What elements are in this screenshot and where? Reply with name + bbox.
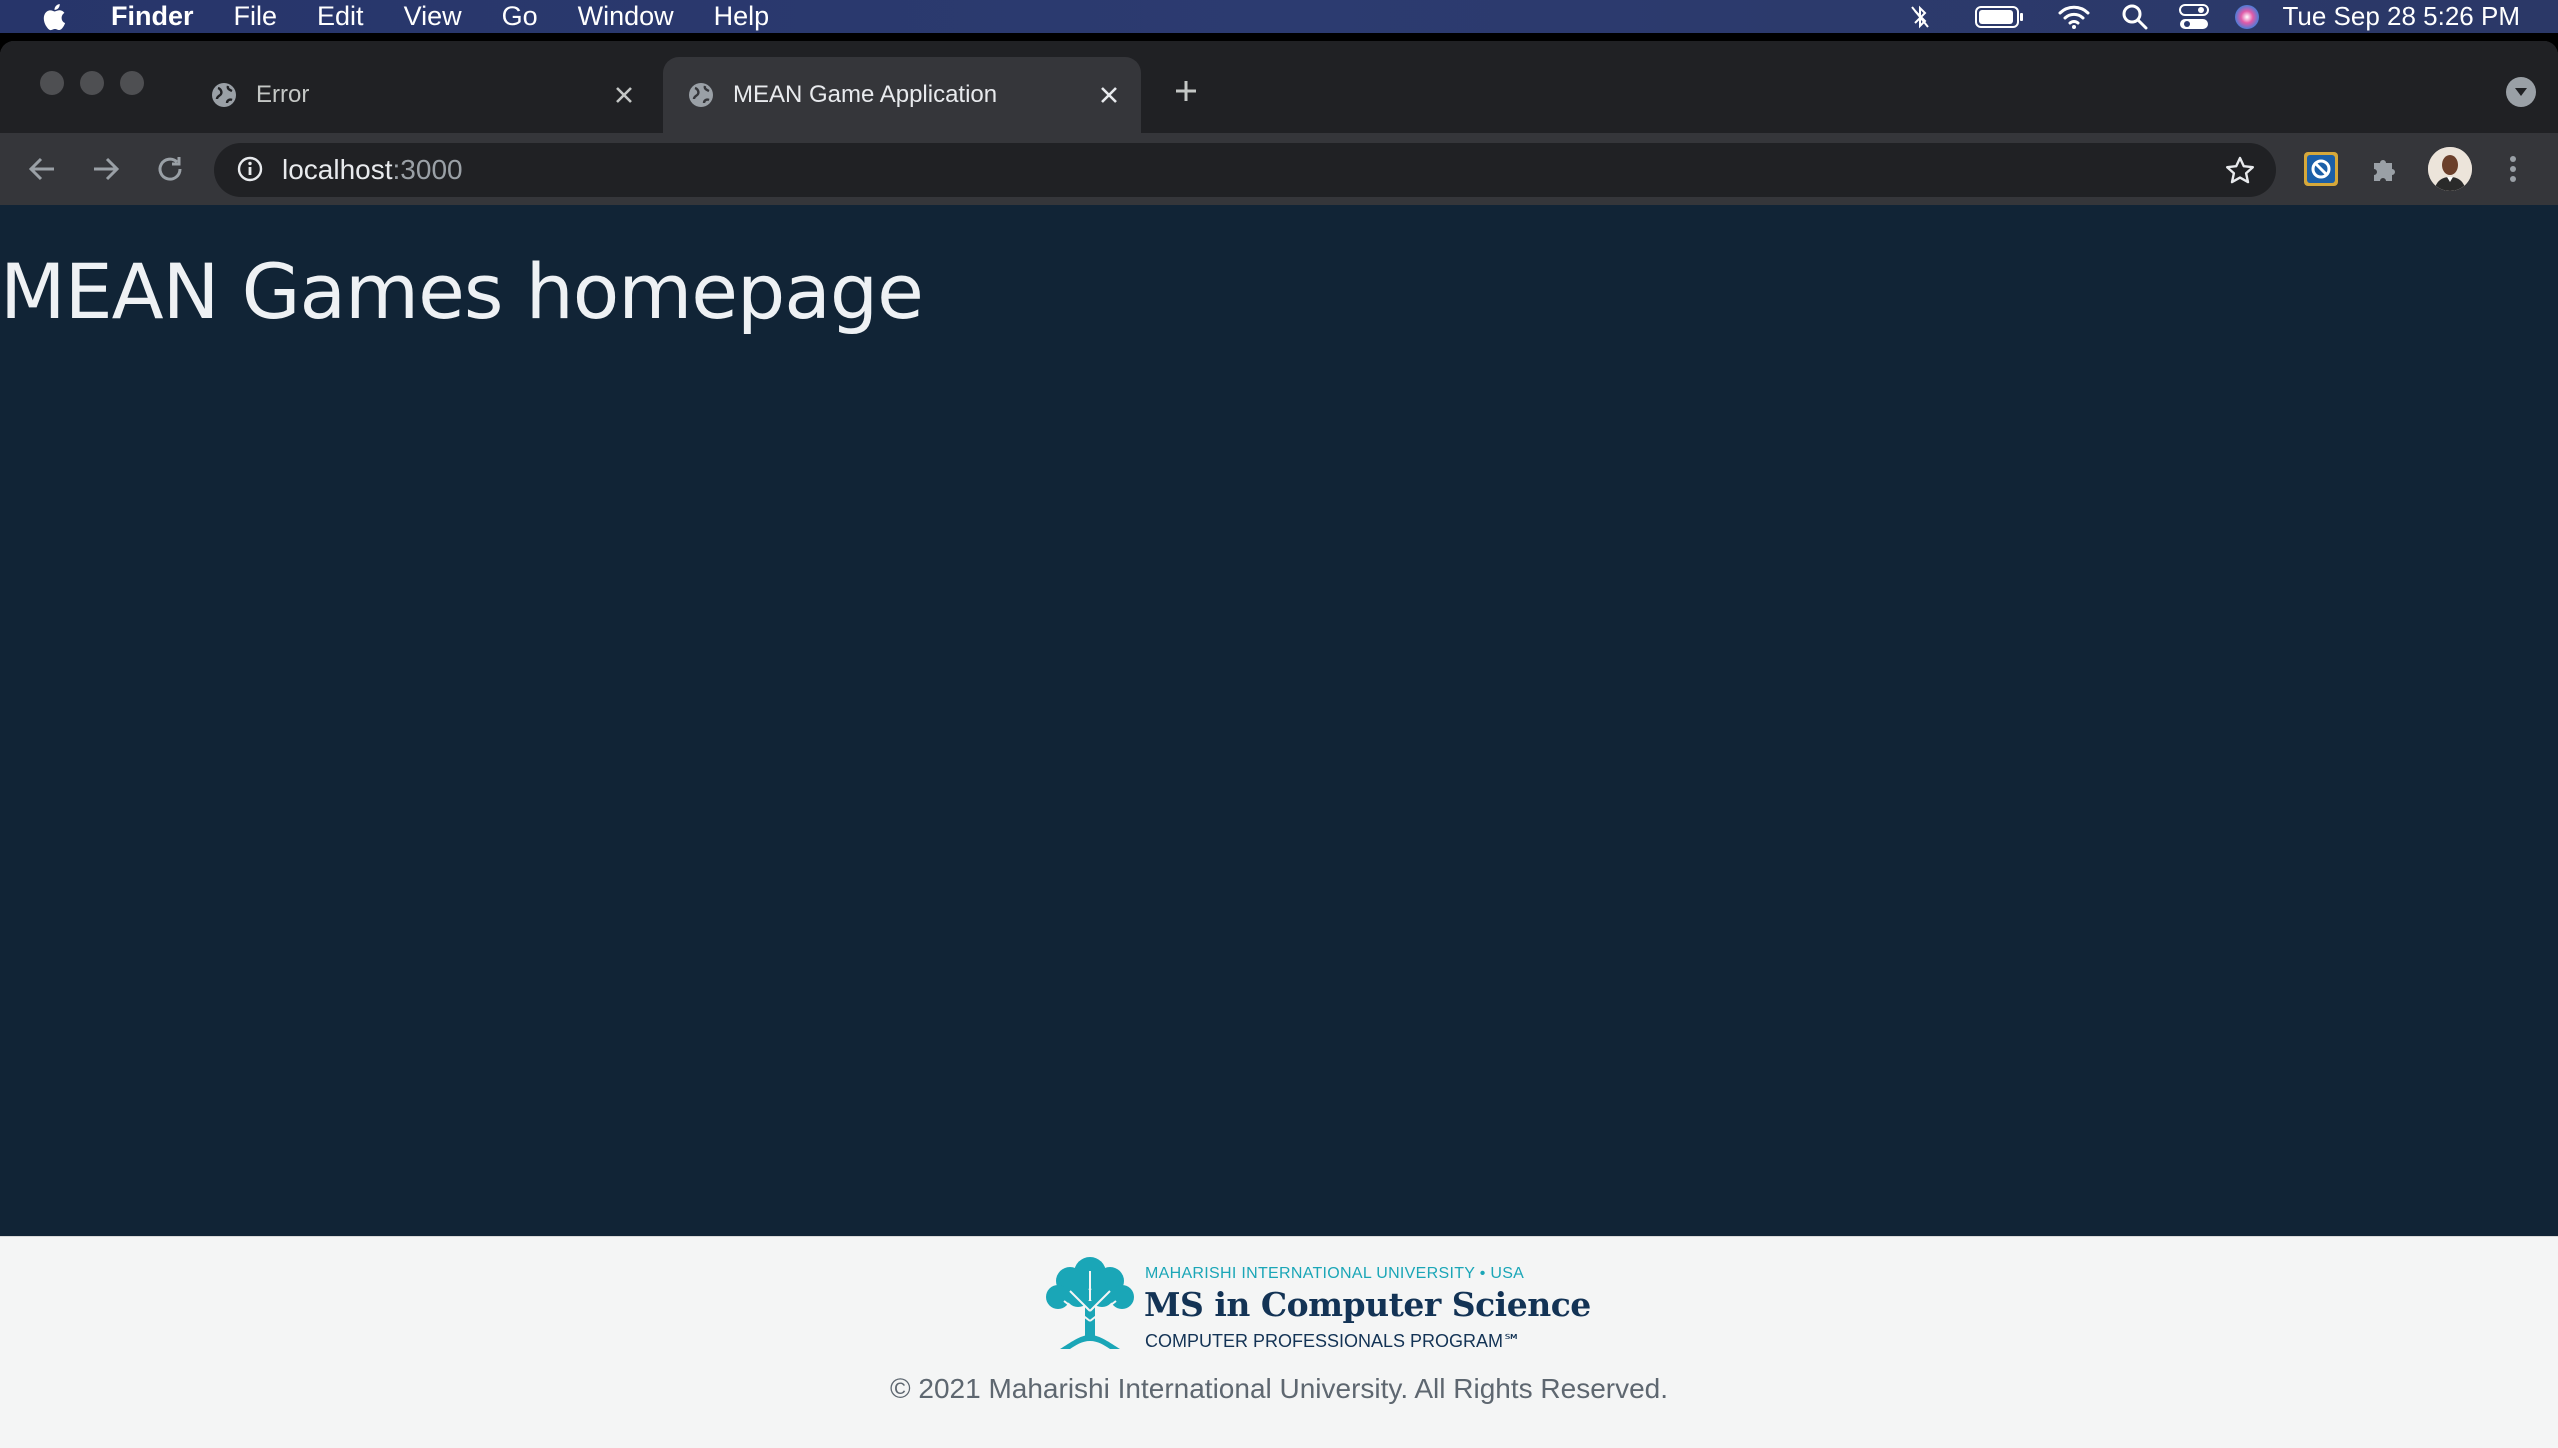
reload-icon[interactable] (150, 149, 190, 189)
tab-title: Error (256, 81, 310, 108)
bluetooth-off-icon[interactable] (1900, 0, 1940, 33)
battery-icon[interactable] (1974, 0, 2026, 33)
forward-arrow-icon[interactable] (86, 149, 126, 189)
macos-menu-bar: Finder File Edit View Go Window Help Tue… (0, 0, 2558, 33)
menu-go[interactable]: Go (502, 0, 538, 33)
university-logo: MAHARISHI INTERNATIONAL UNIVERSITY • USA… (1040, 1251, 1591, 1355)
browser-window: Error MEAN Game Application localhost:3… (0, 41, 2558, 1448)
profile-avatar[interactable] (2428, 147, 2472, 191)
extensions-puzzle-icon[interactable] (2366, 150, 2404, 188)
back-arrow-icon[interactable] (22, 149, 62, 189)
menu-bar-clock[interactable]: Tue Sep 28 5:26 PM (2282, 1, 2520, 32)
globe-icon (210, 81, 238, 109)
menu-help[interactable]: Help (714, 0, 770, 33)
logo-program-subtitle: COMPUTER PROFESSIONALS PROGRAM℠ (1145, 1331, 1522, 1351)
copyright-notice: © 2021 Maharishi International Universit… (889, 1373, 1669, 1404)
close-window-button[interactable] (40, 71, 64, 95)
tab-search-chevron-down-icon[interactable] (2506, 77, 2536, 107)
tree-logo-icon (1046, 1257, 1134, 1349)
site-info-icon[interactable] (236, 155, 266, 185)
menu-file[interactable]: File (234, 0, 278, 33)
tab-mean-game-application[interactable]: MEAN Game Application (663, 57, 1141, 133)
close-tab-icon[interactable] (1089, 75, 1129, 115)
extension-icon[interactable] (2302, 150, 2340, 188)
bookmark-star-icon[interactable] (2224, 155, 2256, 187)
globe-icon (687, 81, 715, 109)
window-controls (40, 71, 144, 95)
logo-university-line: MAHARISHI INTERNATIONAL UNIVERSITY • USA (1145, 1265, 1525, 1282)
menu-view[interactable]: View (404, 0, 462, 33)
control-center-icon[interactable] (2178, 0, 2210, 33)
logo-program-name: MS in Computer Science (1144, 1285, 1591, 1324)
browser-menu-kebab-icon[interactable] (2494, 150, 2532, 188)
menu-edit[interactable]: Edit (317, 0, 364, 33)
minimize-window-button[interactable] (80, 71, 104, 95)
new-tab-plus-icon[interactable] (1166, 71, 1206, 111)
menu-bar-status-area: Tue Sep 28 5:26 PM (1900, 0, 2558, 33)
tab-error[interactable]: Error (186, 57, 656, 133)
url-host: localhost (282, 154, 393, 185)
browser-toolbar: localhost:3000 (0, 133, 2558, 205)
spotlight-search-icon[interactable] (2120, 0, 2150, 33)
page-title: MEAN Games homepage (0, 247, 924, 336)
wifi-icon[interactable] (2056, 0, 2092, 33)
menu-app-finder[interactable]: Finder (111, 0, 194, 33)
url-port: :3000 (392, 154, 463, 185)
tab-title: MEAN Game Application (733, 81, 998, 108)
page-footer: MAHARISHI INTERNATIONAL UNIVERSITY • USA… (0, 1236, 2558, 1448)
zoom-window-button[interactable] (120, 71, 144, 95)
tab-strip: Error MEAN Game Application (0, 41, 2558, 133)
web-page: MEAN Games homepage MAHARISHI INTERNATIO… (0, 205, 2558, 1448)
address-bar[interactable]: localhost:3000 (214, 143, 2276, 197)
menu-window[interactable]: Window (578, 0, 674, 33)
apple-menu-icon[interactable] (37, 0, 71, 33)
siri-icon[interactable] (2232, 0, 2262, 33)
close-tab-icon[interactable] (604, 75, 644, 115)
